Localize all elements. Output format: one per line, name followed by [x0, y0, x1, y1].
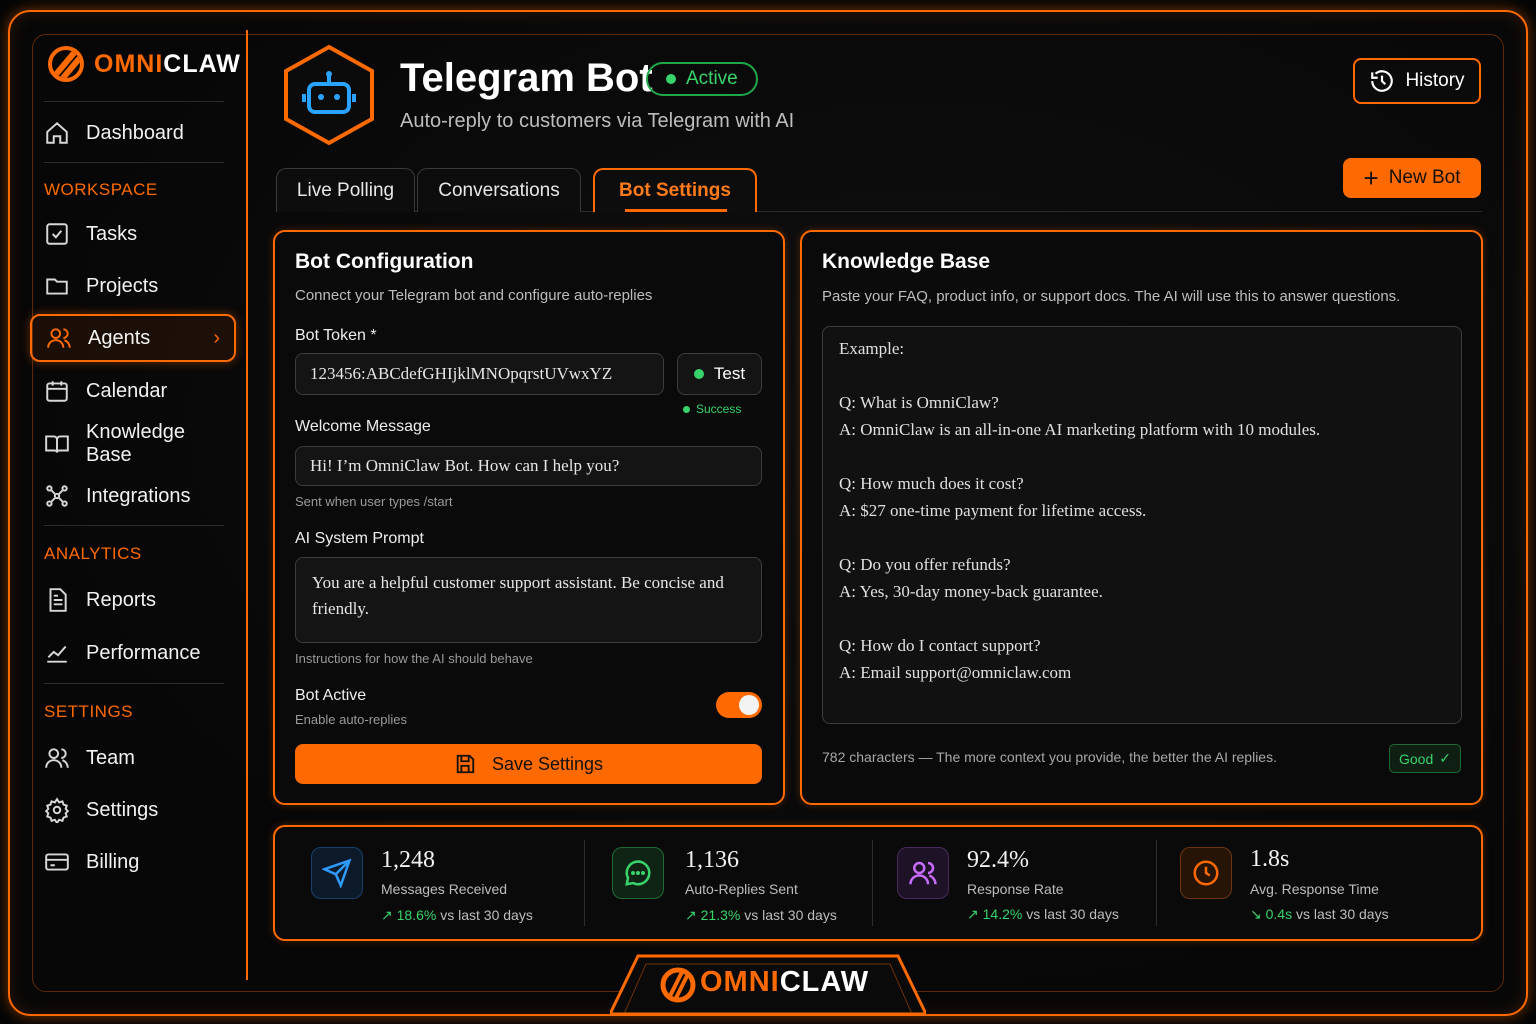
tab-conversations[interactable]: Conversations — [417, 168, 581, 212]
page-title: Telegram Bot — [400, 56, 653, 100]
response-rate-value: 92.4% — [967, 847, 1029, 873]
status-badge: Active — [646, 62, 758, 96]
check-icon: ✓ — [1439, 750, 1451, 766]
home-icon — [46, 121, 68, 144]
status-dot-icon — [693, 369, 704, 379]
sidebar-item-performance[interactable]: Performance — [30, 629, 236, 677]
bot-active-toggle[interactable] — [716, 692, 762, 718]
bottom-brand-logo: OMNICLAW — [700, 966, 870, 998]
sidebar-item-billing[interactable]: Billing — [30, 838, 236, 886]
knowledge-subtitle: Paste your FAQ, product info, or support… — [822, 288, 1401, 305]
welcome-message-label: Welcome Message — [295, 418, 431, 435]
chat-icon — [612, 847, 664, 899]
chevron-right-icon: › — [213, 326, 220, 349]
quality-badge: Good ✓ — [1389, 744, 1461, 773]
system-prompt-hint: Instructions for how the AI should behav… — [295, 651, 533, 666]
config-title: Bot Configuration — [295, 250, 474, 273]
section-title-workspace: WORKSPACE — [44, 180, 158, 199]
status-dot-icon — [666, 74, 676, 84]
sidebar-item-integrations[interactable]: Integrations — [30, 472, 236, 520]
folder-icon — [46, 278, 68, 295]
bot-active-label: Bot Active — [295, 687, 367, 704]
welcome-message-hint: Sent when user types /start — [295, 494, 453, 509]
claw-logo-icon — [48, 46, 84, 82]
sidebar-item-reports[interactable]: Reports — [30, 576, 236, 624]
avg-response-time-label: Avg. Response Time — [1250, 881, 1379, 897]
team-icon — [45, 748, 69, 768]
test-button[interactable]: Test — [677, 353, 762, 395]
brand-logo[interactable]: OMNICLAW — [48, 46, 241, 82]
sidebar-item-calendar[interactable]: Calendar — [30, 367, 236, 415]
tab-live-polling[interactable]: Live Polling — [276, 168, 415, 212]
avg-response-time-value: 1.8s — [1250, 846, 1290, 872]
section-title-settings: SETTINGS — [44, 702, 134, 721]
auto-replies-label: Auto-Replies Sent — [685, 881, 798, 897]
messages-received-label: Messages Received — [381, 881, 508, 897]
response-rate-label: Response Rate — [967, 881, 1064, 897]
history-icon — [1371, 70, 1394, 92]
system-prompt-label: AI System Prompt — [295, 530, 424, 547]
save-icon — [456, 754, 475, 774]
calendar-icon — [46, 381, 68, 402]
sidebar-item-dashboard[interactable]: Dashboard — [30, 109, 236, 157]
config-subtitle: Connect your Telegram bot and configure … — [295, 287, 653, 304]
page-subtitle: Auto-reply to customers via Telegram wit… — [400, 110, 795, 132]
clock-icon — [1180, 847, 1232, 899]
sidebar-item-settings[interactable]: Settings — [30, 786, 236, 834]
sidebar-item-agents[interactable]: Agents › — [30, 314, 236, 362]
knowledge-base-textarea[interactable]: Example: Q: What is OmniClaw? A: OmniCla… — [822, 326, 1462, 724]
send-icon — [311, 847, 363, 899]
bot-active-hint: Enable auto-replies — [295, 712, 408, 727]
users-icon — [897, 847, 949, 899]
system-prompt-textarea[interactable]: You are a helpful customer support assis… — [295, 557, 762, 643]
bot-token-input[interactable]: 123456:ABCdefGHIjklMNOpqrstUVwxYZ — [295, 353, 664, 395]
users-icon — [47, 328, 71, 348]
avg-response-time-change: ↘ 0.4s vs last 30 days — [1250, 906, 1389, 922]
tab-bot-settings[interactable]: Bot Settings — [593, 168, 757, 212]
bot-hexagon-icon — [284, 44, 374, 146]
character-count: 782 characters — The more context you pr… — [822, 749, 1277, 765]
book-icon — [45, 435, 69, 453]
sidebar-item-projects[interactable]: Projects — [30, 262, 236, 310]
plus-icon: + — [1363, 163, 1379, 193]
gear-icon — [44, 797, 70, 823]
section-title-analytics: ANALYTICS — [44, 544, 142, 563]
test-success-status: Success — [683, 402, 741, 416]
sidebar-item-tasks[interactable]: Tasks — [30, 210, 236, 258]
welcome-message-input[interactable]: Hi! I’m OmniClaw Bot. How can I help you… — [295, 446, 762, 486]
messages-received-value: 1,248 — [381, 847, 435, 873]
response-rate-change: ↗ 14.2% vs last 30 days — [967, 906, 1119, 922]
knowledge-title: Knowledge Base — [822, 250, 991, 273]
document-icon — [49, 588, 67, 612]
integrations-icon — [46, 485, 68, 507]
new-bot-button[interactable]: + New Bot — [1343, 158, 1481, 198]
sidebar-item-knowledge-base[interactable]: Knowledge Base — [30, 420, 236, 468]
credit-card-icon — [45, 853, 69, 871]
auto-replies-value: 1,136 — [685, 847, 739, 873]
bot-token-label: Bot Token * — [295, 327, 377, 344]
checkbox-icon — [46, 223, 68, 245]
history-button[interactable]: History — [1353, 58, 1481, 104]
sidebar: OMNICLAW Dashboard WORKSPACE Tasks Proje… — [28, 30, 248, 980]
auto-replies-change: ↗ 21.3% vs last 30 days — [685, 907, 837, 923]
sidebar-item-team[interactable]: Team — [30, 734, 236, 782]
messages-received-change: ↗ 18.6% vs last 30 days — [381, 907, 533, 923]
trend-chart-icon — [47, 645, 67, 663]
save-settings-button[interactable]: Save Settings — [295, 744, 762, 784]
